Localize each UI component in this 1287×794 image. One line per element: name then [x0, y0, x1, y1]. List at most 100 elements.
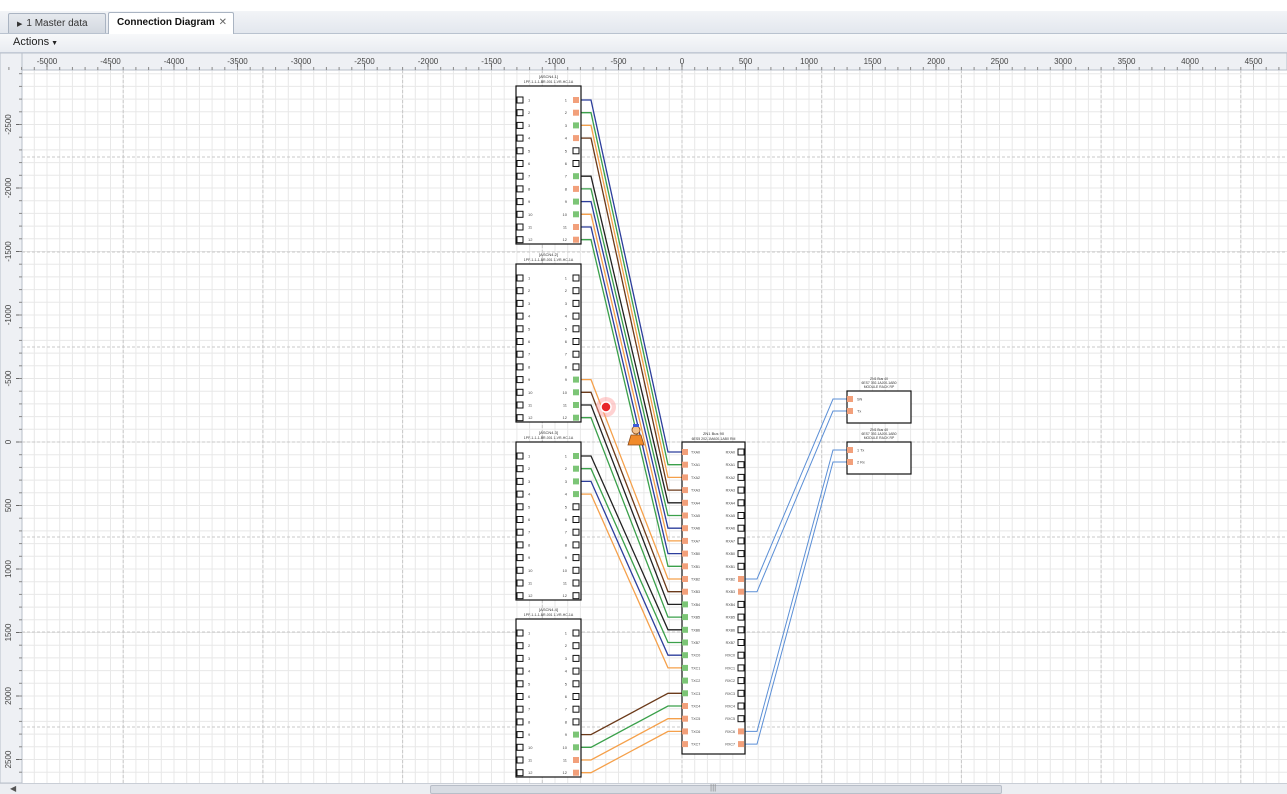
central-left-pin [682, 563, 688, 570]
module-right-pin [573, 757, 579, 763]
actions-menu-button[interactable]: Actions ▼ [13, 36, 58, 48]
module-right-pin [572, 592, 580, 600]
central-left-label: TXC6 [691, 730, 700, 734]
module-pin-label: 12 [528, 770, 533, 775]
module-left-pin [516, 477, 524, 485]
module-left-pin [516, 376, 524, 384]
central-left-label: TXC1 [691, 666, 700, 670]
module-left-pin [516, 693, 524, 700]
central-left-pin [682, 487, 688, 494]
rack-box [846, 441, 912, 475]
module-left-pin [516, 718, 524, 726]
central-right-label: RXC3 [725, 692, 735, 696]
central-right-pin [738, 728, 744, 735]
module-left-pin [516, 147, 524, 155]
module-subtitle: 1PF-1-1-1-BR-001 1-VR-HC-1A [524, 613, 574, 617]
scroll-left-arrow-icon[interactable]: ◀ [10, 784, 16, 793]
module-right-pin [573, 731, 579, 738]
rack-pin [847, 447, 853, 453]
central-left-pin [682, 537, 688, 544]
central-right-pin [737, 664, 745, 672]
module-right-pin [573, 376, 579, 383]
central-left-label: TXC7 [691, 743, 700, 747]
rack-pin-label: SN [857, 398, 863, 402]
central-right-label: RXB2 [726, 578, 735, 582]
module-left-pin [516, 325, 524, 333]
module-box [515, 85, 582, 245]
module-right-pin [572, 629, 580, 637]
central-right-label: RXC7 [725, 743, 735, 747]
central-right-label: RXA1 [726, 463, 735, 467]
module-right-pin [572, 705, 580, 713]
close-tab-icon[interactable]: ✕ [219, 13, 227, 32]
connector-module: [ASCN4.4]1PF-1-1-1-BR-001 1-VR-HC-1A1 12 2… [515, 607, 582, 778]
scroll-grip-icon: ||| [710, 783, 717, 792]
ruler-x-label: -5000 [37, 57, 58, 66]
actions-toolbar: Actions ▼ [0, 34, 1287, 53]
central-right-label: RXB6 [726, 628, 735, 632]
module-right-pin [573, 211, 579, 218]
central-left-label: TXA5 [691, 514, 700, 518]
module-title: [ASCN4.4] [539, 607, 558, 612]
module-right-pin [572, 147, 580, 155]
diagram-svg[interactable]: -5000 -4500 -4000 -3500 -3000 -2500 -2000 -1500… [0, 52, 1287, 784]
module-right-pin [572, 363, 580, 371]
module-left-pin [516, 769, 524, 777]
central-right-pin [737, 499, 745, 507]
module-left-pin [516, 338, 524, 345]
module-box [515, 441, 582, 601]
module-left-pin [516, 185, 524, 193]
central-right-pin [737, 512, 745, 519]
module-subtitle: 1PF-1-1-1-BR-001 1-VR-HC-1A [524, 436, 574, 440]
central-left-label: TXA1 [691, 463, 700, 467]
user-body [627, 434, 645, 446]
ruler-y-label: -1500 [4, 241, 13, 262]
module-left-pin [516, 121, 524, 129]
module-right-pin [572, 160, 580, 167]
central-right-pin [737, 486, 745, 494]
connector-module: [ASCN4.3]1PF-1-1-1-BR-001 1-VR-HC-1A1 12 2… [515, 430, 582, 601]
diagram-canvas[interactable]: -5000 -4500 -4000 -3500 -3000 -2500 -2000 -1500… [0, 52, 1287, 793]
ruler-x-label: 1500 [864, 57, 882, 66]
central-left-pin [682, 741, 688, 748]
rack-box [846, 390, 912, 424]
ruler-x-label: -2000 [418, 57, 439, 66]
module-pin-label: 10 [528, 212, 533, 217]
central-left-pin [682, 639, 688, 646]
central-left-pin [682, 664, 688, 671]
module-right-pin [572, 338, 580, 345]
ruler-x-label: 1000 [800, 57, 818, 66]
module-right-pin [572, 579, 580, 587]
module-right-pin [572, 287, 580, 295]
horizontal-scrollbar[interactable]: ◀ ||| [0, 783, 1287, 794]
central-bus-module: ZN1 Bus 906ES5 202-1MA00-1AB0 RM TXA0 TXA1… [681, 431, 746, 755]
connector-module: [ASCN4.2]1PF-1-1-1-BR-001 1-VR-HC-1A1 12 2… [515, 252, 582, 423]
module-right-pin [573, 402, 579, 408]
central-left-label: TXB4 [691, 603, 700, 607]
module-right-pin [572, 350, 580, 358]
module-pin-label-right: 12 [563, 237, 568, 242]
module-right-pin [573, 97, 579, 103]
ruler-x-label: 3000 [1054, 57, 1072, 66]
central-left-label: TXC0 [691, 654, 700, 658]
module-left-pin [516, 350, 524, 358]
ruler-y-label: 1000 [4, 560, 13, 578]
module-left-pin [516, 490, 524, 498]
module-right-pin [572, 667, 580, 675]
central-left-label: TXC2 [691, 679, 700, 683]
module-left-pin [516, 236, 524, 244]
module-pin-label: 12 [528, 237, 533, 242]
module-left-pin [516, 503, 524, 511]
ruler-y-label: -500 [4, 370, 13, 387]
central-right-label: RXA7 [726, 539, 735, 543]
tab-connection-diagram[interactable]: Connection Diagram ✕ [108, 12, 234, 34]
module-right-pin [573, 769, 579, 776]
module-left-pin [516, 312, 524, 320]
module-left-pin [516, 274, 524, 282]
module-left-pin [516, 743, 524, 751]
module-left-pin [516, 516, 524, 523]
ruler-x-label: 3500 [1118, 57, 1136, 66]
actions-label: Actions [13, 36, 50, 48]
central-left-label: TXB0 [691, 552, 700, 556]
tab-master-data[interactable]: ▶ 1 Master data [8, 13, 106, 33]
